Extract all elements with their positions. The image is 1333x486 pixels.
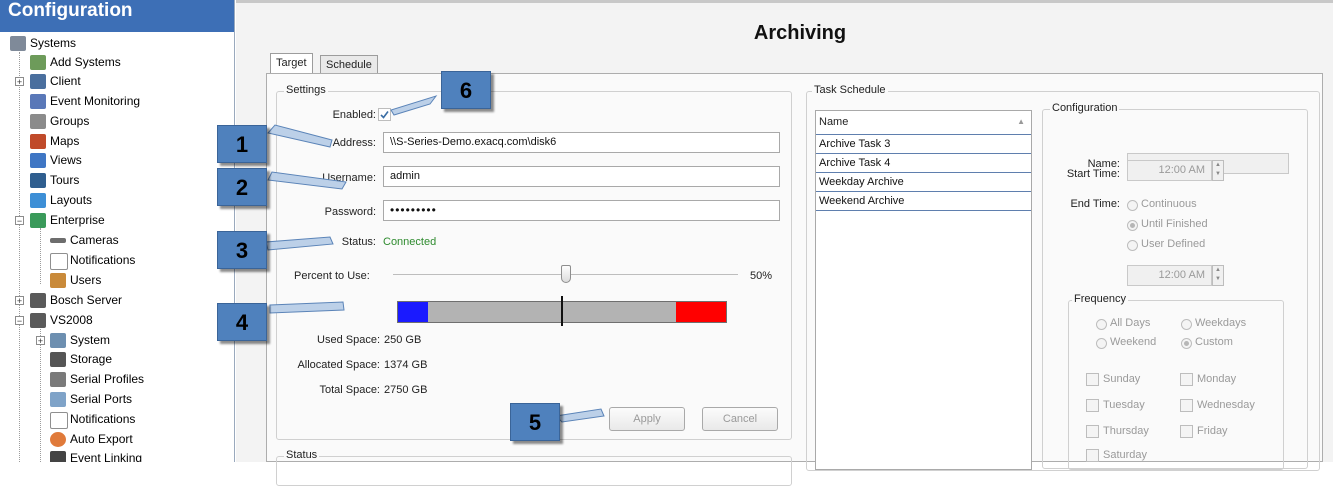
callout-3: 3 [217,231,267,269]
callout-arrow-3 [265,236,334,251]
callout-arrow-5 [554,408,605,423]
callout-arrow-2 [267,171,347,190]
callout-5: 5 [510,403,560,441]
callout-arrow-4 [269,301,345,314]
callout-arrow-6 [390,95,438,116]
callout-4: 4 [217,303,267,341]
callout-2: 2 [217,168,267,206]
callout-arrow-1 [267,124,333,148]
callout-arrows [265,95,605,423]
callout-6: 6 [441,71,491,109]
callout-1: 1 [217,125,267,163]
